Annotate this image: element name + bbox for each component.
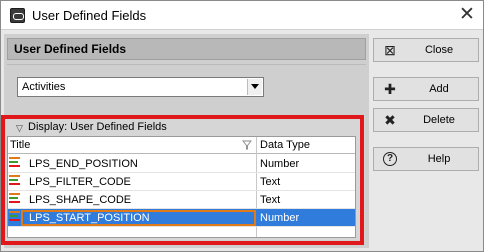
cell-title: LPS_SHAPE_CODE bbox=[29, 194, 132, 206]
delete-button[interactable]: ✖ Delete bbox=[373, 108, 479, 132]
panel-header-label: User Defined Fields bbox=[14, 42, 127, 56]
cell-title: LPS_START_POSITION bbox=[29, 212, 150, 224]
table-row[interactable]: LPS_END_POSITION Number bbox=[8, 155, 355, 173]
window-title: User Defined Fields bbox=[32, 8, 147, 23]
column-header-title[interactable]: Title bbox=[10, 139, 30, 151]
add-button[interactable]: ✚ Add bbox=[373, 77, 479, 101]
field-icon bbox=[9, 157, 21, 171]
title-bar[interactable]: User Defined Fields ✕ bbox=[1, 1, 483, 30]
plus-icon: ✚ bbox=[384, 81, 396, 97]
add-button-label: Add bbox=[429, 83, 449, 95]
help-button-label: Help bbox=[427, 153, 451, 165]
table-row[interactable]: LPS_FILTER_CODE Text bbox=[8, 173, 355, 191]
help-button[interactable]: ? Help bbox=[373, 147, 479, 171]
table-header: Title Data Type bbox=[8, 137, 355, 154]
window-close-icon[interactable]: ✕ bbox=[456, 4, 478, 26]
close-button-label: Close bbox=[424, 44, 454, 56]
cell-data-type: Text bbox=[260, 176, 281, 188]
fields-table: Title Data Type LPS_END_POSITION Number … bbox=[7, 136, 356, 238]
panel-header: User Defined Fields bbox=[7, 38, 366, 60]
delete-button-label: Delete bbox=[423, 114, 455, 126]
dialog-window: User Defined Fields ✕ User Defined Field… bbox=[0, 0, 484, 252]
cell-title: LPS_FILTER_CODE bbox=[29, 176, 131, 188]
close-panel-icon: ⊠ bbox=[384, 42, 396, 58]
dropdown-arrow-icon[interactable] bbox=[247, 79, 262, 95]
field-icon bbox=[9, 175, 21, 189]
field-icon bbox=[9, 211, 21, 225]
table-row-selected[interactable]: LPS_START_POSITION Number bbox=[8, 209, 355, 227]
cell-data-type: Number bbox=[260, 212, 300, 224]
help-icon: ? bbox=[383, 152, 397, 166]
cell-title: LPS_END_POSITION bbox=[29, 158, 138, 170]
collapse-chevron-icon[interactable]: ▽ bbox=[16, 123, 23, 134]
subject-area-dropdown[interactable]: Activities bbox=[17, 77, 264, 97]
group-header[interactable]: ▽ Display: User Defined Fields bbox=[7, 121, 356, 135]
delete-x-icon: ✖ bbox=[384, 112, 396, 128]
close-button[interactable]: ⊠ Close bbox=[373, 38, 479, 62]
cell-data-type: Text bbox=[260, 194, 281, 206]
dropdown-value: Activities bbox=[22, 81, 66, 93]
filter-icon[interactable] bbox=[242, 140, 252, 150]
app-icon bbox=[10, 8, 25, 23]
field-icon bbox=[9, 193, 21, 207]
group-header-label: Display: User Defined Fields bbox=[28, 121, 167, 133]
column-header-data-type[interactable]: Data Type bbox=[260, 139, 310, 151]
table-row[interactable]: LPS_SHAPE_CODE Text bbox=[8, 191, 355, 209]
cell-data-type: Number bbox=[260, 158, 300, 170]
panel-divider bbox=[7, 64, 366, 65]
